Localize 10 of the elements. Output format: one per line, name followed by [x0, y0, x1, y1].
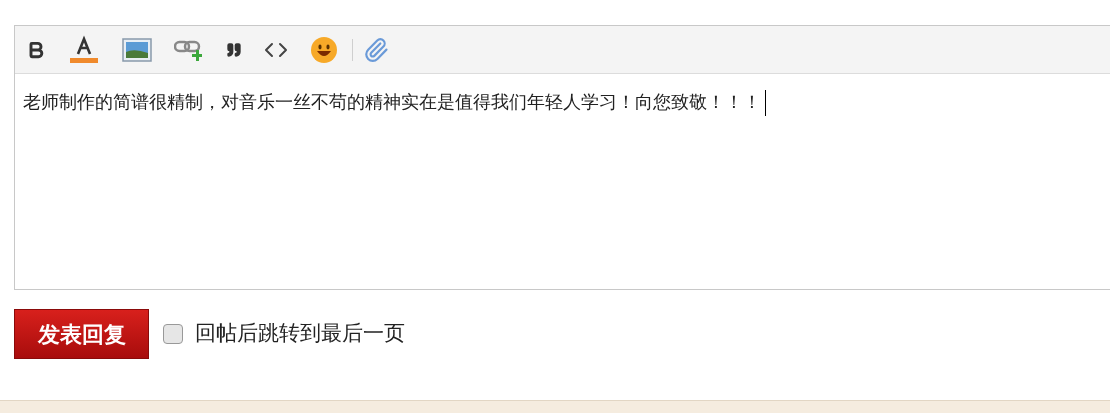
- smiley-icon[interactable]: [310, 35, 338, 64]
- reply-text: 老师制作的简谱很精制，对音乐一丝不苟的精神实在是值得我们年轻人学习！向您致敬！！！: [23, 91, 761, 112]
- image-icon[interactable]: [122, 37, 152, 62]
- jump-checkbox[interactable]: [163, 324, 183, 344]
- quote-icon[interactable]: [226, 41, 242, 58]
- reply-text-area[interactable]: 老师制作的简谱很精制，对音乐一丝不苟的精神实在是值得我们年轻人学习！向您致敬！！！: [15, 74, 1110, 289]
- submit-reply-button[interactable]: 发表回复: [14, 309, 149, 359]
- font-color-icon[interactable]: [68, 34, 100, 65]
- paperclip-icon[interactable]: [363, 36, 389, 63]
- jump-option-label: 回帖后跳转到最后一页: [195, 320, 405, 348]
